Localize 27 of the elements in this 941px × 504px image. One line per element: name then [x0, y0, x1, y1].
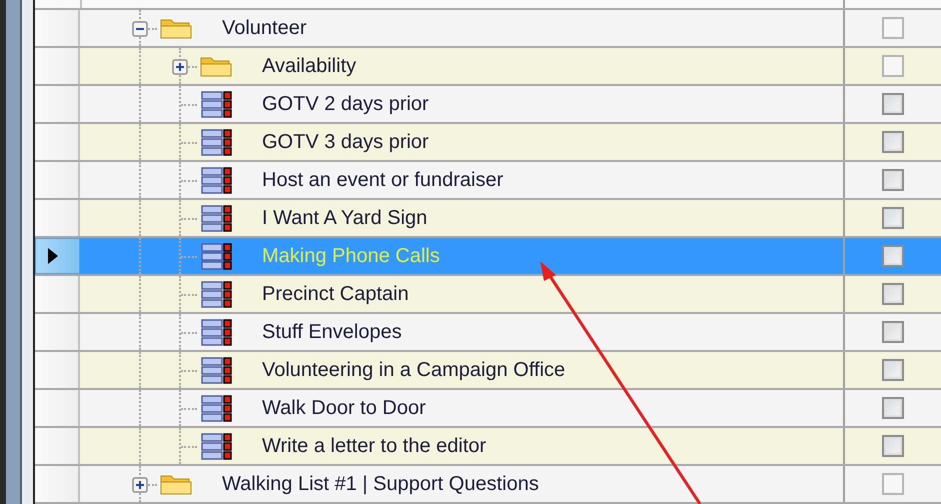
tree-label: Walk Door to Door — [262, 396, 426, 420]
tree-label: Volunteer — [222, 16, 307, 40]
tree-label: Write a letter to the editor — [262, 434, 486, 458]
list-icon — [200, 128, 234, 156]
folder-icon — [160, 17, 192, 39]
tree-label: Making Phone Calls — [262, 244, 440, 268]
tree-label: I Want A Yard Sign — [262, 206, 428, 230]
tree-label: Availability — [262, 54, 356, 78]
list-icon — [200, 166, 234, 194]
list-icon — [200, 90, 234, 118]
tree-label: GOTV 3 days prior — [262, 130, 429, 154]
list-icon — [200, 394, 234, 422]
row-header[interactable] — [35, 238, 80, 274]
list-icon — [200, 242, 234, 270]
list-icon — [200, 204, 234, 232]
tree-label: GOTV 2 days prior — [262, 92, 429, 116]
list-icon — [200, 318, 234, 346]
tree-label: Walking List #1 | Support Questions — [222, 472, 539, 496]
list-icon — [200, 280, 234, 308]
tree-label: Volunteering in a Campaign Office — [262, 358, 566, 382]
folder-icon — [160, 473, 192, 495]
tree-label: Precinct Captain — [262, 282, 409, 306]
tree-label: Host an event or fundraiser — [262, 168, 504, 192]
folder-icon — [200, 55, 232, 77]
tree-label: Stuff Envelopes — [262, 320, 402, 344]
list-icon — [200, 432, 234, 460]
list-icon — [200, 356, 234, 384]
